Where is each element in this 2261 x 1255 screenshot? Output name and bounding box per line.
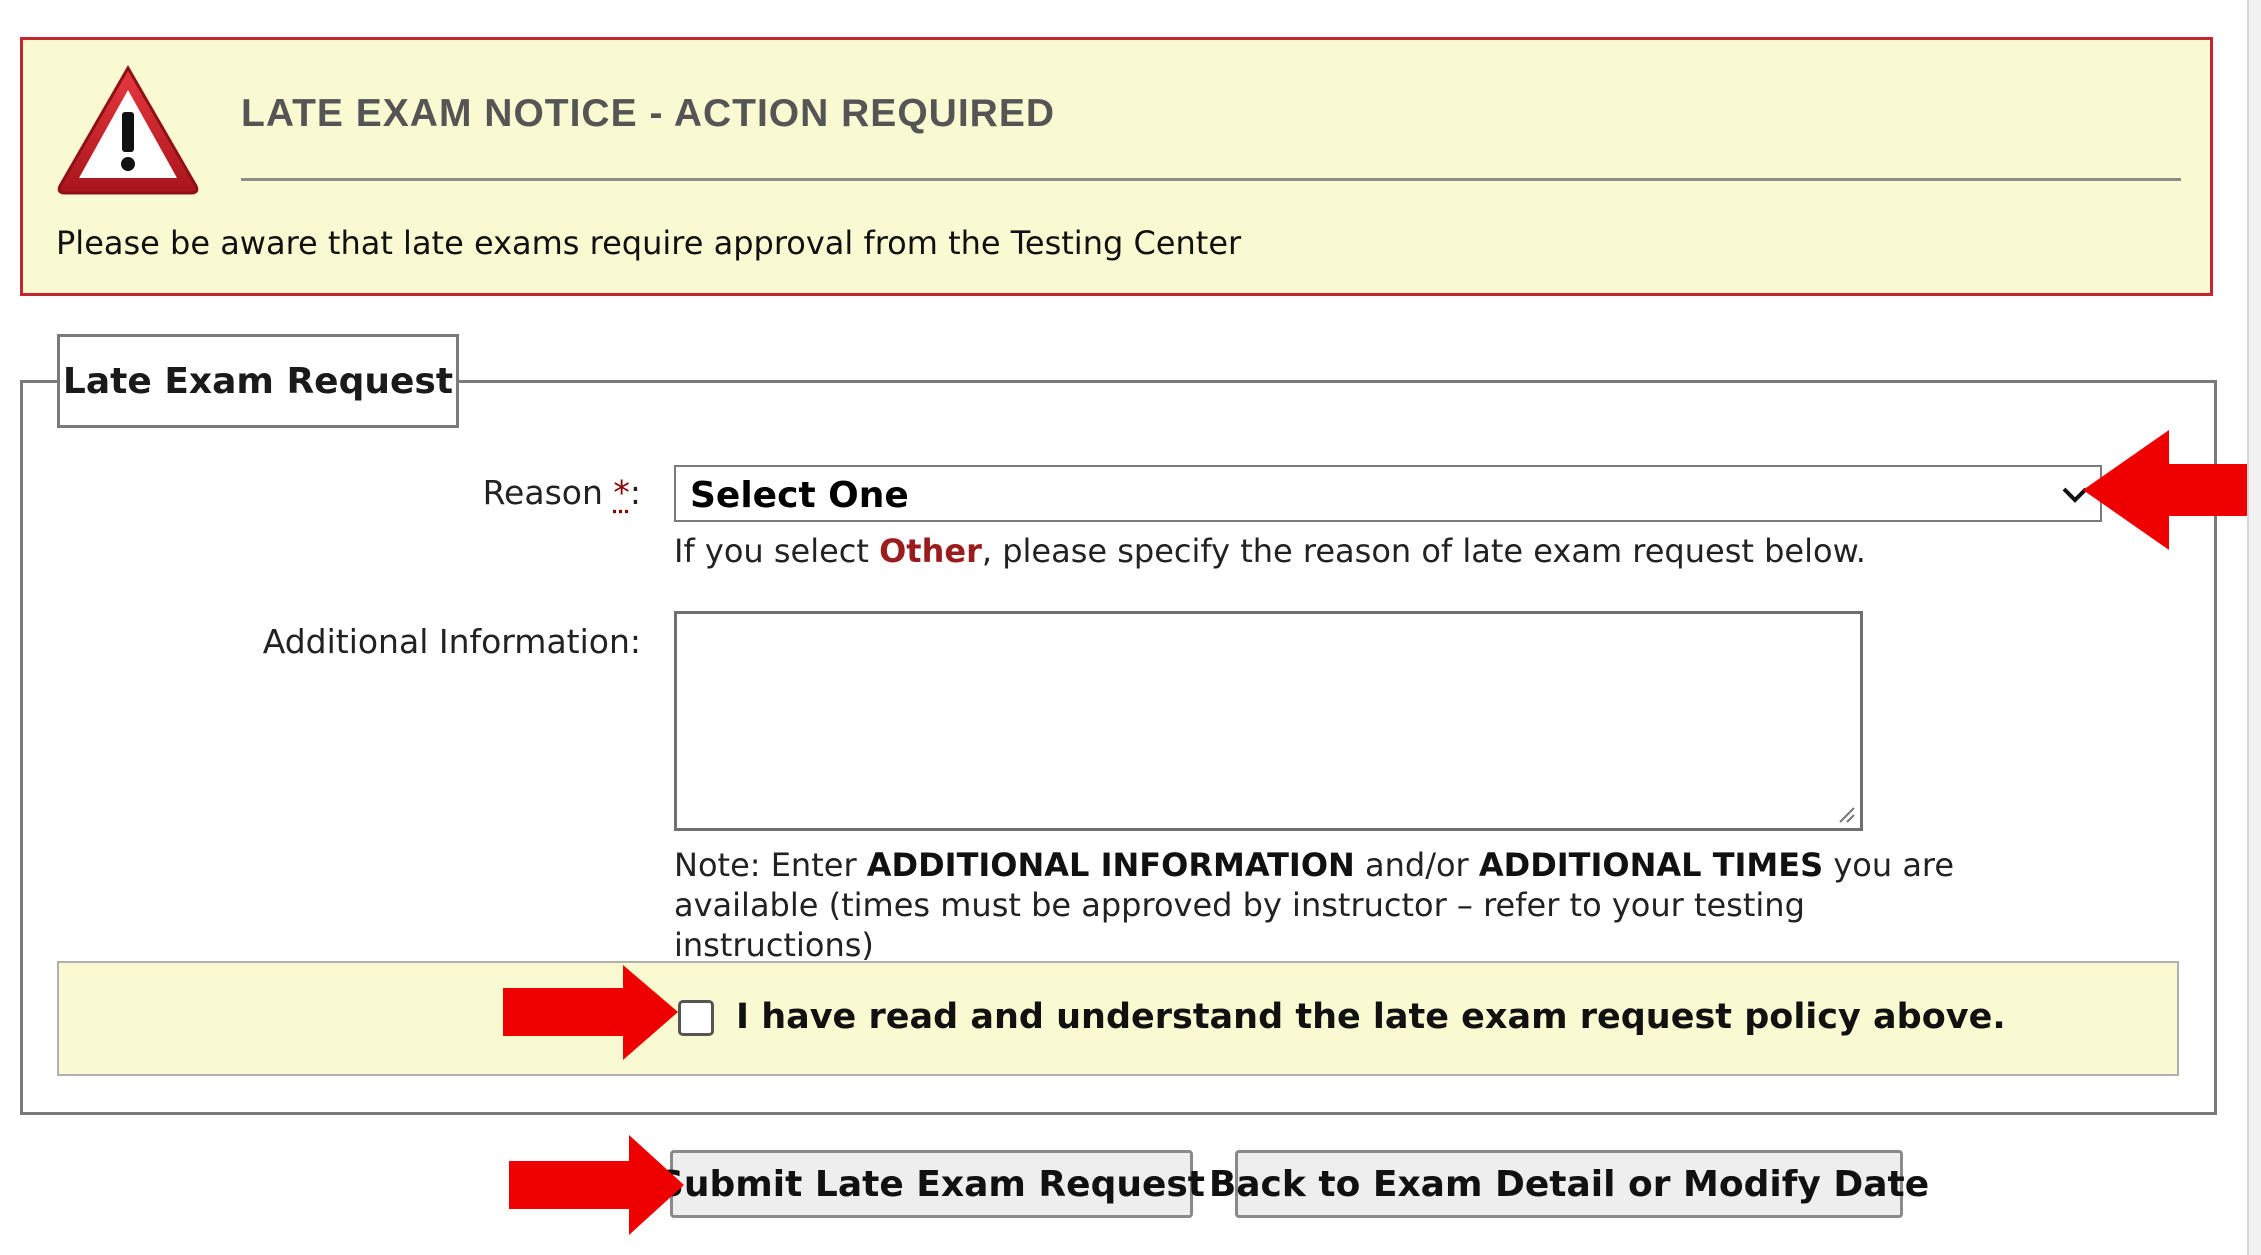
required-marker: * [613, 473, 630, 512]
note-bold-additional-information: ADDITIONAL INFORMATION [866, 846, 1355, 884]
hint-suffix: , please specify the reason of late exam… [981, 532, 1866, 570]
note-bold-additional-times: ADDITIONAL TIMES [1478, 846, 1824, 884]
policy-agreement-box: I have read and understand the late exam… [57, 961, 2179, 1076]
additional-info-textarea[interactable] [674, 611, 1863, 831]
warning-triangle-icon [57, 64, 199, 195]
notice-title: LATE EXAM NOTICE - ACTION REQUIRED [241, 92, 1055, 135]
note-prefix: Note: Enter [674, 846, 867, 884]
additional-info-label: Additional Information: [262, 622, 641, 661]
reason-select[interactable]: Select One [674, 465, 2102, 522]
notice-divider [241, 178, 2181, 181]
resize-grip-icon[interactable] [1834, 802, 1856, 824]
additional-info-note: Note: Enter ADDITIONAL INFORMATION and/o… [674, 845, 2004, 965]
back-to-exam-detail-button[interactable]: Back to Exam Detail or Modify Date [1209, 1150, 1929, 1218]
policy-agreement-label[interactable]: I have read and understand the late exam… [736, 997, 2006, 1037]
hint-prefix: If you select [674, 532, 880, 570]
note-middle: and/or [1354, 846, 1479, 884]
reason-hint: If you select Other, please specify the … [674, 532, 1866, 570]
hint-other-highlight: Other [879, 532, 982, 570]
submit-late-exam-request-button[interactable]: Submit Late Exam Request [658, 1150, 1205, 1218]
vertical-scrollbar[interactable] [2247, 0, 2261, 1255]
reason-label-colon: : [629, 473, 641, 512]
fieldset-legend: Late Exam Request [57, 334, 459, 428]
notice-message: Please be aware that late exams require … [56, 224, 1242, 262]
reason-label-text: Reason [482, 473, 614, 512]
annotation-arrow-left-icon [2083, 430, 2261, 550]
late-exam-notice: LATE EXAM NOTICE - ACTION REQUIRED Pleas… [20, 37, 2213, 296]
annotation-arrow-right-icon [509, 1135, 684, 1235]
reason-select-value: Select One [690, 475, 909, 516]
annotation-arrow-right-icon [503, 965, 678, 1060]
reason-label: Reason *: [483, 473, 641, 512]
policy-agreement-checkbox[interactable] [678, 1000, 714, 1036]
